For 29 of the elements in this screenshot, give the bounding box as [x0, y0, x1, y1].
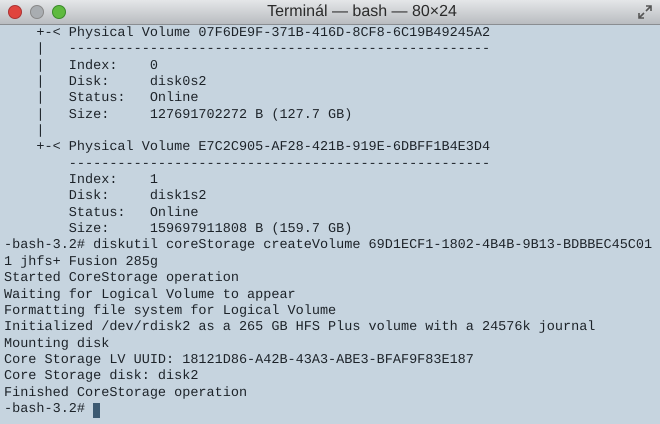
zoom-icon[interactable]	[52, 5, 66, 19]
terminal-line: | Status: Online	[35, 91, 198, 108]
terminal-line: Started CoreStorage operation	[4, 271, 239, 288]
terminal-line: Disk: disk1s2	[68, 189, 207, 206]
terminal-line: 1 jhfs+ Fusion 285g	[4, 254, 158, 271]
terminal-line: Size: 159697911808 B (159.7 GB)	[68, 222, 352, 238]
terminal-line: Finished CoreStorage operation	[4, 386, 248, 402]
terminal-line: | Disk: disk0s2	[35, 75, 207, 91]
terminal-line: | Index: 0	[35, 58, 158, 75]
terminal-line: |	[35, 124, 45, 140]
fullscreen-icon[interactable]	[638, 5, 652, 19]
window-title: Terminál — bash — 80×24	[267, 2, 457, 22]
terminal-line: +-< Physical Volume 07F6DE9F-371B-416D-8CF8-6C19B49245A2	[35, 26, 490, 42]
terminal-line: ----------------------------------------------------	[68, 156, 490, 173]
terminal-line: Core Storage disk: disk2	[4, 369, 198, 386]
terminal-line: -bash-3.2# diskutil coreStorage createVolume 69D1ECF1-1802-4B4B-9B13-BDBBEC45C01	[4, 238, 652, 255]
terminal-line: Mounting disk	[4, 336, 110, 353]
terminal-line: +-< Physical Volume E7C2C905-AF28-421B-919E-6DBFF1B4E3D4	[35, 140, 490, 157]
close-icon[interactable]	[8, 5, 22, 19]
terminal-line: Formatting file system for Logical Volume	[4, 304, 336, 320]
minimize-icon[interactable]	[30, 5, 44, 19]
terminal-prompt: -bash-3.2#	[4, 402, 86, 418]
terminal-line: | ----------------------------------------------------	[35, 42, 490, 59]
terminal-line: Initialized /dev/rdisk2 as a 265 GB HFS Plus volume with a 24576k journal	[4, 320, 596, 337]
terminal-line: Core Storage LV UUID: 18121D86-A42B-43A3-ABE3-BFAF9F83E187	[4, 352, 474, 369]
terminal-line: Index: 1	[68, 173, 158, 189]
terminal-line: | Size: 127691702272 B (127.7 GB)	[35, 108, 352, 124]
terminal-line: Waiting for Logical Volume to appear	[4, 288, 296, 304]
terminal-line: Status: Online	[68, 206, 198, 222]
